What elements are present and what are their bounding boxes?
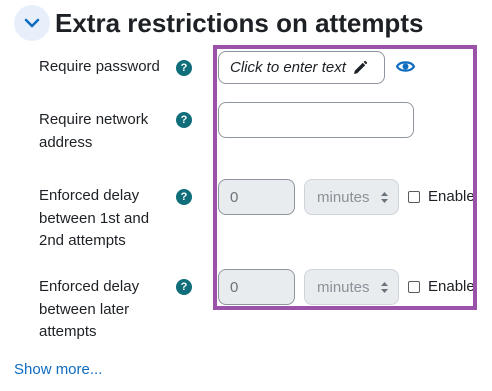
chevron-down-icon: [24, 18, 40, 28]
delay-first-second-label: Enforced delay between 1st and 2nd attem…: [39, 185, 169, 253]
label-line: Require network: [39, 111, 149, 128]
label-line: between later: [39, 300, 130, 318]
highlight-frame: [213, 45, 477, 310]
require-password-label: Require password: [39, 58, 160, 75]
require-network-label: Require network address: [39, 109, 169, 154]
label-line: Enforced delay: [39, 278, 140, 295]
label-line: address: [39, 133, 93, 151]
help-icon[interactable]: ?: [176, 112, 192, 128]
section-title: Extra restrictions on attempts: [55, 8, 424, 38]
show-more-link[interactable]: Show more...: [14, 360, 102, 380]
help-icon[interactable]: ?: [176, 189, 192, 205]
help-icon[interactable]: ?: [176, 279, 192, 295]
label-line: Enforced delay: [39, 187, 140, 204]
label-line: between 1st and: [39, 209, 150, 227]
help-icon[interactable]: ?: [176, 60, 192, 76]
label-line: 2nd attempts: [39, 232, 126, 249]
delay-later-label: Enforced delay between later attempts: [39, 276, 169, 344]
label-line: attempts: [39, 323, 97, 340]
section-collapse-toggle[interactable]: [14, 5, 50, 41]
